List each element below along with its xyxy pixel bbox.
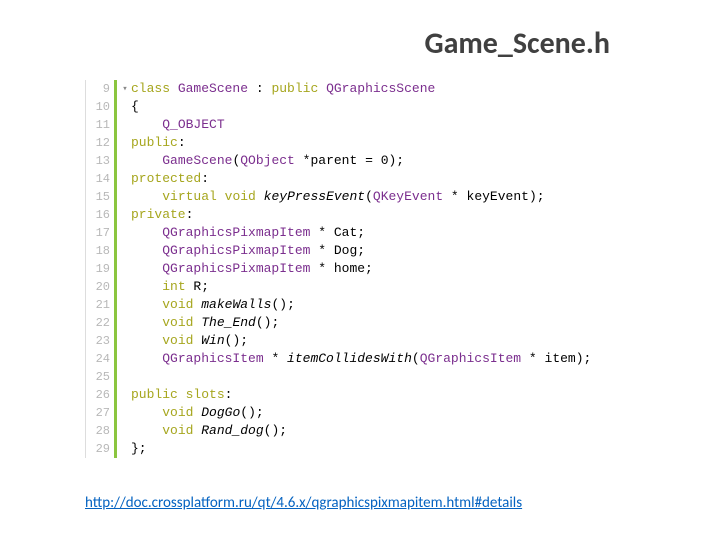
line-number: 28 [86, 422, 114, 440]
code-text: Q_OBJECT [131, 116, 225, 134]
line-number: 15 [86, 188, 114, 206]
code-line: 12 public: [86, 134, 646, 152]
code-editor: 9 ▾class GameScene : public QGraphicsScen… [85, 80, 646, 458]
line-number: 14 [86, 170, 114, 188]
code-line: 20 int R; [86, 278, 646, 296]
code-line: 10 { [86, 98, 646, 116]
code-line: 13 GameScene(QObject *parent = 0); [86, 152, 646, 170]
code-line: 23 void Win(); [86, 332, 646, 350]
line-number: 19 [86, 260, 114, 278]
change-bar [114, 296, 117, 314]
change-bar [114, 368, 117, 386]
change-bar [114, 260, 117, 278]
code-line: 22 void The_End(); [86, 314, 646, 332]
line-number: 18 [86, 242, 114, 260]
code-line: 26 public slots: [86, 386, 646, 404]
change-bar [114, 80, 117, 98]
change-bar [114, 170, 117, 188]
code-text: protected: [131, 170, 209, 188]
code-text: }; [131, 440, 147, 458]
change-bar [114, 242, 117, 260]
code-text: private: [131, 206, 193, 224]
code-text: GameScene(QObject *parent = 0); [131, 152, 404, 170]
line-number: 29 [86, 440, 114, 458]
line-number: 9 [86, 80, 114, 98]
line-number: 10 [86, 98, 114, 116]
code-text: void DogGo(); [131, 404, 264, 422]
code-line: 24 QGraphicsItem * itemCollidesWith(QGra… [86, 350, 646, 368]
code-text: void The_End(); [131, 314, 279, 332]
change-bar [114, 350, 117, 368]
line-number: 24 [86, 350, 114, 368]
code-text: public slots: [131, 386, 232, 404]
code-line: 27 void DogGo(); [86, 404, 646, 422]
code-text: class GameScene : public QGraphicsScene [131, 80, 435, 98]
code-line: 21 void makeWalls(); [86, 296, 646, 314]
line-number: 12 [86, 134, 114, 152]
code-text: QGraphicsItem * itemCollidesWith(QGraphi… [131, 350, 591, 368]
code-line: 17 QGraphicsPixmapItem * Cat; [86, 224, 646, 242]
change-bar [114, 188, 117, 206]
change-bar [114, 314, 117, 332]
line-number: 13 [86, 152, 114, 170]
page-title: Game_Scene.h [424, 25, 610, 62]
fold-icon[interactable]: ▾ [119, 80, 131, 98]
line-number: 17 [86, 224, 114, 242]
code-text: QGraphicsPixmapItem * home; [131, 260, 373, 278]
line-number: 25 [86, 368, 114, 386]
change-bar [114, 386, 117, 404]
code-line: 11 Q_OBJECT [86, 116, 646, 134]
line-number: 11 [86, 116, 114, 134]
code-text: { [131, 98, 139, 116]
code-line: 25 [86, 368, 646, 386]
change-bar [114, 152, 117, 170]
code-line: 14 protected: [86, 170, 646, 188]
change-bar [114, 206, 117, 224]
code-line: 18 QGraphicsPixmapItem * Dog; [86, 242, 646, 260]
code-line: 9 ▾class GameScene : public QGraphicsScen… [86, 80, 646, 98]
line-number: 23 [86, 332, 114, 350]
change-bar [114, 224, 117, 242]
change-bar [114, 404, 117, 422]
change-bar [114, 116, 117, 134]
change-bar [114, 332, 117, 350]
code-text: void makeWalls(); [131, 296, 295, 314]
line-number: 16 [86, 206, 114, 224]
code-text: QGraphicsPixmapItem * Cat; [131, 224, 365, 242]
code-line: 29}; [86, 440, 646, 458]
change-bar [114, 278, 117, 296]
code-line: 28 void Rand_dog(); [86, 422, 646, 440]
change-bar [114, 98, 117, 116]
code-text: virtual void keyPressEvent(QKeyEvent * k… [131, 188, 545, 206]
doc-link[interactable]: http://doc.crossplatform.ru/qt/4.6.x/qgr… [85, 494, 522, 512]
code-line: 15 virtual void keyPressEvent(QKeyEvent … [86, 188, 646, 206]
line-number: 21 [86, 296, 114, 314]
code-text: void Rand_dog(); [131, 422, 287, 440]
code-text: void Win(); [131, 332, 248, 350]
line-number: 27 [86, 404, 114, 422]
code-text: public: [131, 134, 186, 152]
code-text: int R; [131, 278, 209, 296]
change-bar [114, 422, 117, 440]
line-number: 22 [86, 314, 114, 332]
line-number: 20 [86, 278, 114, 296]
change-bar [114, 134, 117, 152]
line-number: 26 [86, 386, 114, 404]
code-text: QGraphicsPixmapItem * Dog; [131, 242, 365, 260]
change-bar [114, 440, 117, 458]
code-line: 19 QGraphicsPixmapItem * home; [86, 260, 646, 278]
code-line: 16 private: [86, 206, 646, 224]
